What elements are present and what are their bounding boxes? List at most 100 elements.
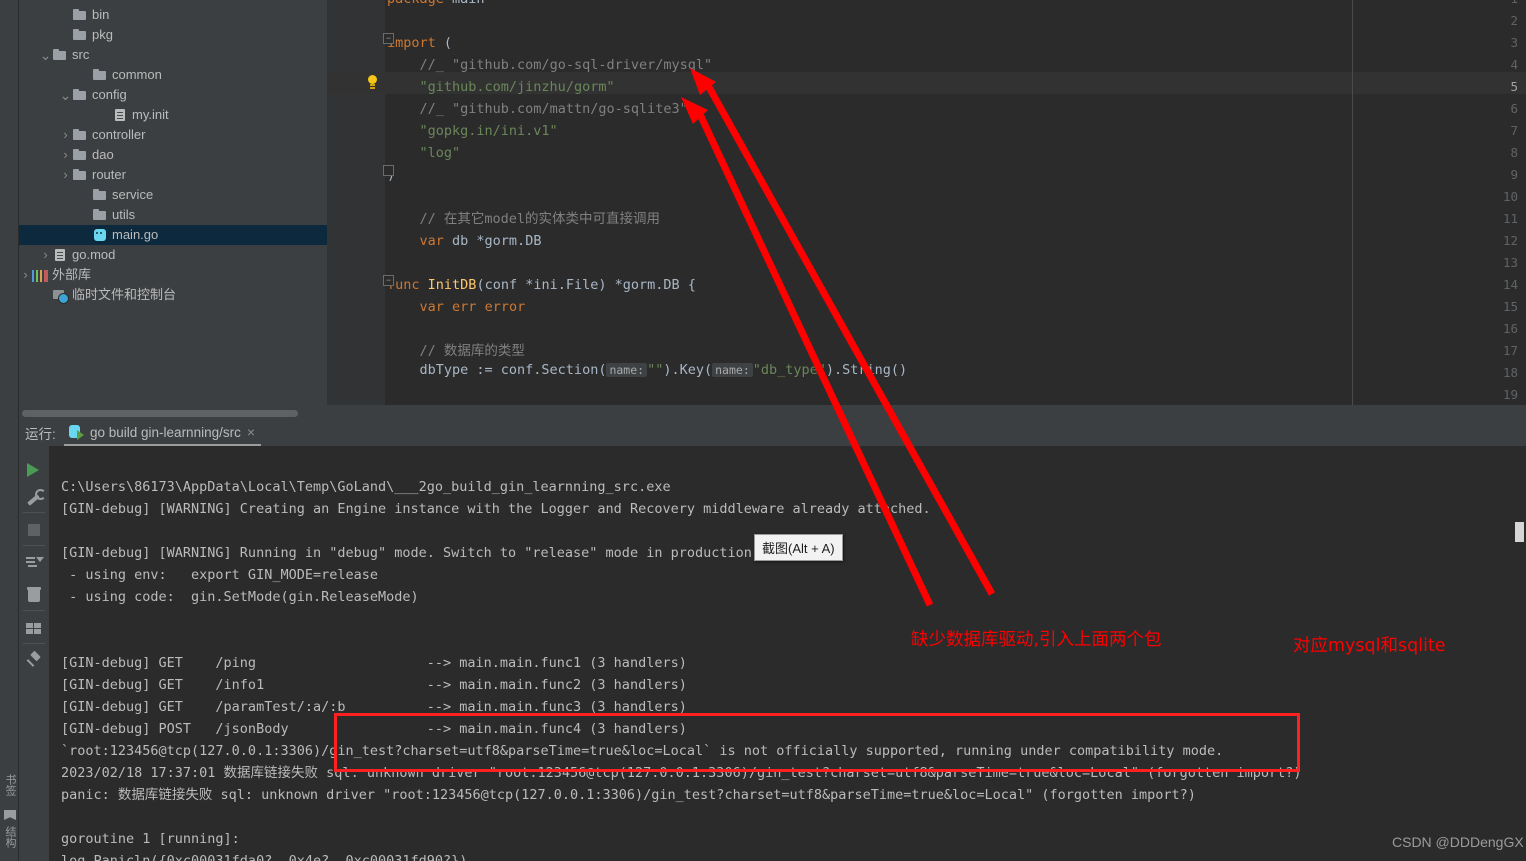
- tree-item-label: main.go: [112, 227, 159, 242]
- tree-item-main.go[interactable]: main.go: [19, 225, 327, 245]
- stop-icon: [28, 524, 40, 536]
- file-icon: [112, 107, 128, 123]
- line-number-2: 2: [1510, 13, 1518, 28]
- rerun-button[interactable]: [25, 462, 43, 480]
- code-token: //_: [419, 101, 453, 117]
- line-number-19: 19: [1502, 387, 1518, 402]
- tree-item-common[interactable]: common: [19, 65, 327, 85]
- tree-item-controller[interactable]: › controller: [19, 125, 327, 145]
- console-line: 2023/02/18 17:37:01 数据库链接失败 sql: unknown…: [61, 765, 1302, 781]
- code-token: err: [452, 299, 477, 315]
- tree-item-config[interactable]: ⌄ config: [19, 85, 327, 105]
- code-line-1: package main: [387, 0, 485, 10]
- folder-icon: [72, 127, 88, 143]
- line-number-11: 11: [1502, 211, 1518, 226]
- tree-item-my.init[interactable]: my.init: [19, 105, 327, 125]
- rail-label-structure[interactable]: 结构: [2, 826, 17, 848]
- code-line-11: // 在其它model的实体类中可直接调用: [387, 208, 661, 230]
- fold-marker-import-end[interactable]: [383, 165, 394, 176]
- code-token: {: [679, 277, 696, 293]
- project-tree-panel: bin pkg ⌄ src common ⌄ config my.init › controlle…: [19, 0, 327, 405]
- code-line-15: var err error: [387, 296, 526, 318]
- tree-item-bin[interactable]: bin: [19, 5, 327, 25]
- chevron-down-icon[interactable]: ⌄: [59, 85, 72, 105]
- fold-marker-import[interactable]: −: [383, 33, 394, 44]
- tree-item-service[interactable]: service: [19, 185, 327, 205]
- console-line: - using code: gin.SetMode(gin.ReleaseMod…: [61, 589, 419, 605]
- tree-item-router[interactable]: › router: [19, 165, 327, 185]
- console-line: [GIN-debug] GET /paramTest/:a/:b --> mai…: [61, 699, 687, 715]
- stop-button[interactable]: [25, 521, 43, 539]
- scroll-to-end-button[interactable]: [25, 554, 44, 572]
- folder-icon: [92, 67, 108, 83]
- code-token: var: [419, 233, 444, 249]
- tree-item-临时文件和控制台[interactable]: 临时文件和控制台: [19, 285, 327, 305]
- chevron-right-icon[interactable]: ›: [19, 265, 32, 285]
- code-token: var: [419, 299, 444, 315]
- tree-item-go.mod[interactable]: › go.mod: [19, 245, 327, 265]
- clear-all-button[interactable]: [25, 586, 43, 604]
- lightbulb-icon[interactable]: [367, 75, 379, 89]
- chevron-right-icon[interactable]: ›: [59, 165, 72, 185]
- console-scrollbar-thumb[interactable]: [1515, 522, 1524, 542]
- tree-item-label: controller: [92, 127, 146, 142]
- code-token: *gorm.DB: [476, 233, 542, 249]
- close-icon[interactable]: ×: [247, 424, 255, 440]
- toolbar-separator-2: [23, 545, 45, 546]
- console-line: [GIN-debug] POST /jsonBody --> main.main…: [61, 721, 687, 737]
- project-tree-horizontal-scrollbar[interactable]: [22, 410, 298, 417]
- wrench-icon: [25, 488, 46, 506]
- console-line: panic: 数据库链接失败 sql: unknown driver "root…: [61, 787, 1196, 803]
- tree-item-dao[interactable]: › dao: [19, 145, 327, 165]
- tree-item-utils[interactable]: utils: [19, 205, 327, 225]
- code-token: ): [598, 277, 615, 293]
- code-token: InitDB: [427, 277, 477, 293]
- pin-tab-button[interactable]: [25, 652, 43, 670]
- toolbar-separator-4: [23, 643, 45, 644]
- code-token: error: [484, 299, 526, 315]
- line-number-3: 3: [1510, 35, 1518, 50]
- line-number-17: 17: [1502, 343, 1518, 358]
- console-line: [GIN-debug] GET /info1 --> main.main.fun…: [61, 677, 687, 693]
- editor-gutter[interactable]: [327, 0, 385, 405]
- code-line-3: import (: [387, 32, 452, 54]
- layout-button[interactable]: [25, 619, 43, 637]
- console-line: [GIN-debug] [WARNING] Running in "debug"…: [61, 545, 760, 561]
- code-token: //_: [419, 57, 453, 73]
- code-token: // 在其它model的实体类中可直接调用: [419, 211, 661, 227]
- code-editor[interactable]: 12345678910111213141516171819 package ma…: [327, 0, 1526, 405]
- code-token: db: [443, 233, 477, 249]
- tree-item-pkg[interactable]: pkg: [19, 25, 327, 45]
- tree-item-外部库[interactable]: › 外部库: [19, 265, 327, 285]
- code-line-12: var db *gorm.DB: [387, 230, 542, 252]
- line18-prefix: dbType := conf.Section(: [387, 362, 607, 378]
- code-token: *gorm.DB: [614, 277, 680, 293]
- chevron-right-icon[interactable]: ›: [59, 145, 72, 165]
- line-number-18: 18: [1502, 365, 1518, 380]
- edit-configurations-button[interactable]: [25, 488, 46, 506]
- rail-label-bookmarks[interactable]: 书签: [2, 774, 17, 796]
- console-line: [GIN-debug] GET /ping --> main.main.func…: [61, 655, 687, 671]
- line18-arg-1: "": [647, 362, 664, 378]
- console-line: [GIN-debug] [WARNING] Creating an Engine…: [61, 501, 931, 517]
- run-tab[interactable]: go build gin-learnning/src ×: [64, 420, 262, 446]
- code-line-8: "log": [387, 142, 461, 164]
- tree-item-src[interactable]: ⌄ src: [19, 45, 327, 65]
- play-icon: [27, 463, 39, 477]
- tree-item-label: src: [72, 47, 90, 62]
- chevron-right-icon[interactable]: ›: [39, 245, 52, 265]
- chevron-down-icon[interactable]: ⌄: [39, 45, 52, 65]
- code-line-7: "gopkg.in/ini.v1": [387, 120, 558, 142]
- fold-marker-func[interactable]: −: [383, 275, 394, 286]
- code-token: "github.com/go-sql-driver/mysql": [452, 57, 713, 73]
- code-token: (: [435, 35, 453, 51]
- chevron-right-icon[interactable]: ›: [59, 125, 72, 145]
- console-line: - using env: export GIN_MODE=release: [61, 567, 378, 583]
- folder-icon: [72, 87, 88, 103]
